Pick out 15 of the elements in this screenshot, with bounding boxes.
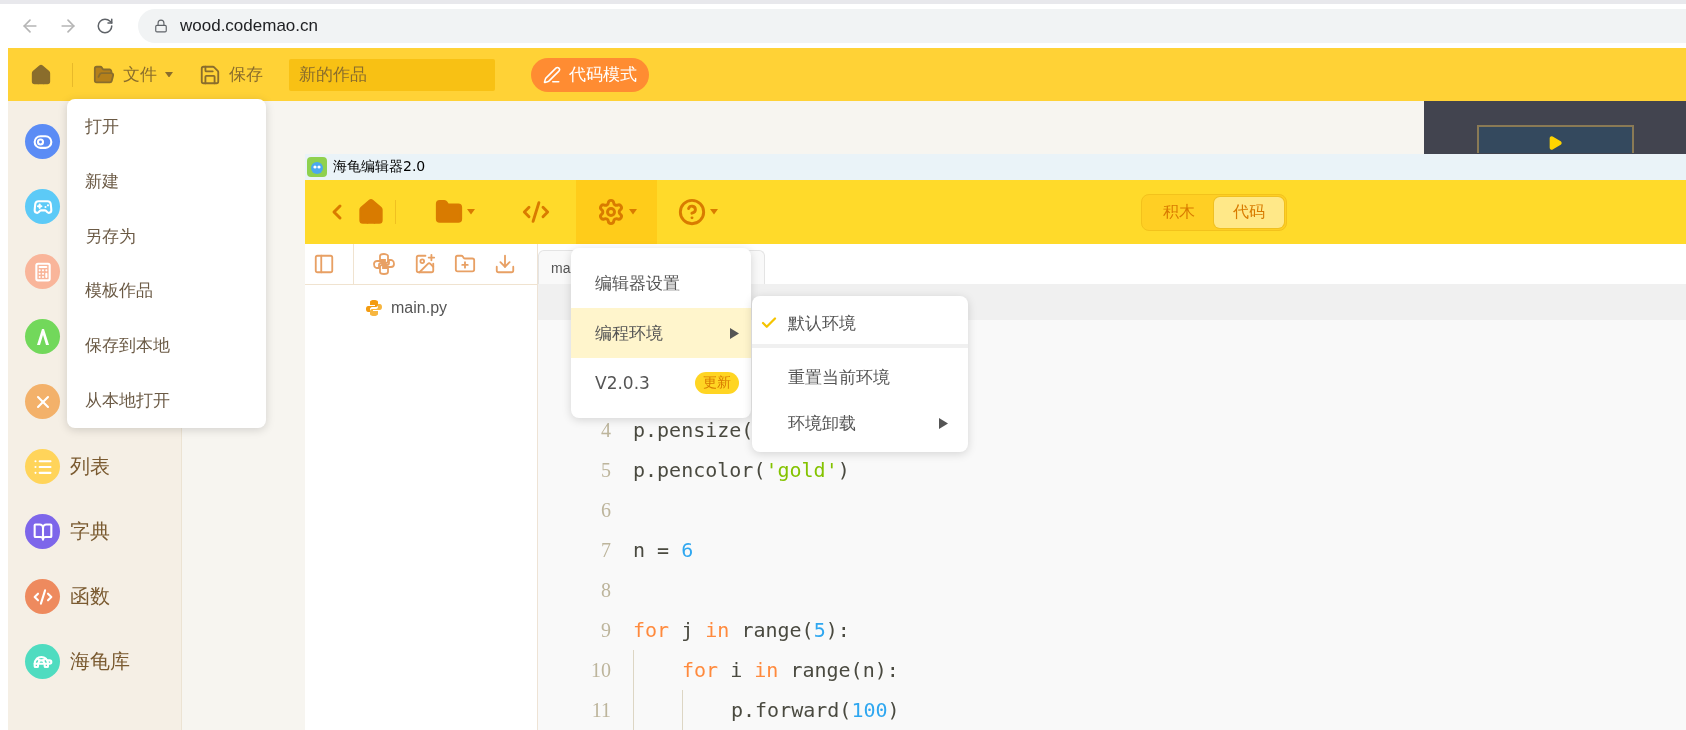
- line-number: 7: [600, 538, 612, 562]
- code-line: p.pencolor('gold'): [633, 458, 850, 482]
- line-number: 9: [600, 618, 612, 642]
- window-title: 海龟编辑器2.0: [333, 158, 426, 177]
- line-number: 4: [600, 418, 612, 442]
- code-line: for i in range(n):: [682, 658, 899, 682]
- code-line: p.forward(100): [731, 698, 900, 722]
- line-number: 10: [590, 658, 612, 682]
- line-number: 11: [590, 698, 612, 722]
- line-number: 8: [600, 578, 612, 602]
- line-number: 5: [600, 458, 612, 482]
- code-line: p.pensize(: [633, 418, 754, 442]
- code-line: for j in range(5):: [633, 618, 850, 642]
- line-number: 6: [600, 498, 612, 522]
- code-line: n = 6: [633, 538, 694, 562]
